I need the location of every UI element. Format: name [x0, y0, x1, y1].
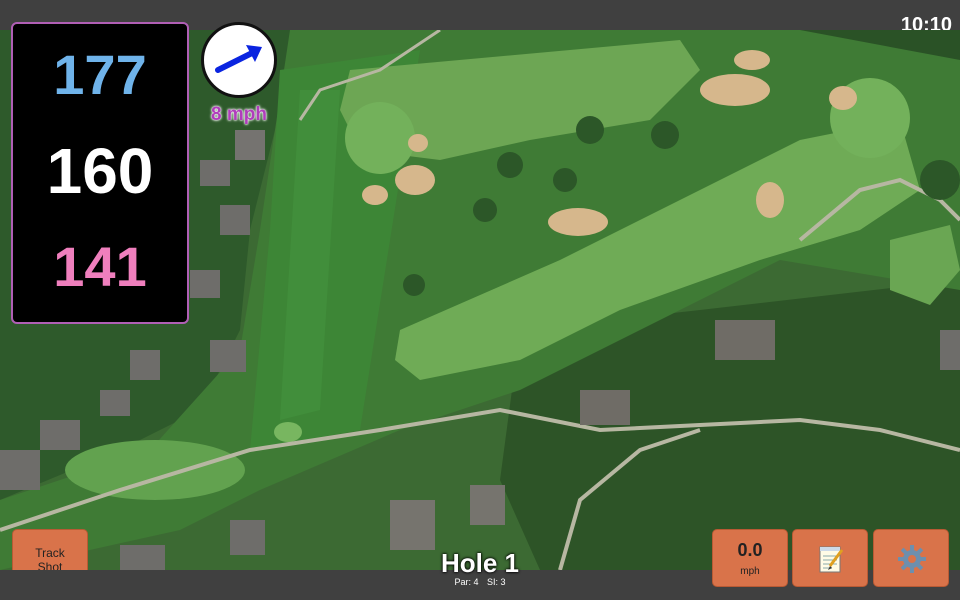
track-shot-label-line1: Track: [35, 546, 65, 560]
speed-value: 0.0: [737, 540, 763, 560]
gear-icon: [898, 545, 926, 573]
hole-par: Par: 4: [454, 577, 479, 587]
notes-button[interactable]: [792, 529, 868, 587]
speed-unit: mph: [740, 566, 760, 577]
hole-meta: Par: 4 SI: 3: [380, 577, 580, 587]
middle-distance: 160: [46, 135, 154, 207]
back-distance: 177: [53, 43, 147, 106]
hole-title: Hole 1: [440, 548, 520, 578]
speed-button[interactable]: 0.0 mph: [712, 529, 788, 587]
settings-button[interactable]: [873, 529, 949, 587]
wind-direction-dial: [201, 22, 277, 98]
wind-direction-arrow-icon: [215, 45, 262, 73]
notepad-icon: [819, 546, 844, 573]
distance-panel: 177 160 141: [11, 22, 189, 324]
front-distance: 141: [53, 235, 147, 298]
wind-speed-label: 8 mph: [211, 104, 267, 125]
hole-stroke-index: SI: 3: [487, 577, 506, 587]
